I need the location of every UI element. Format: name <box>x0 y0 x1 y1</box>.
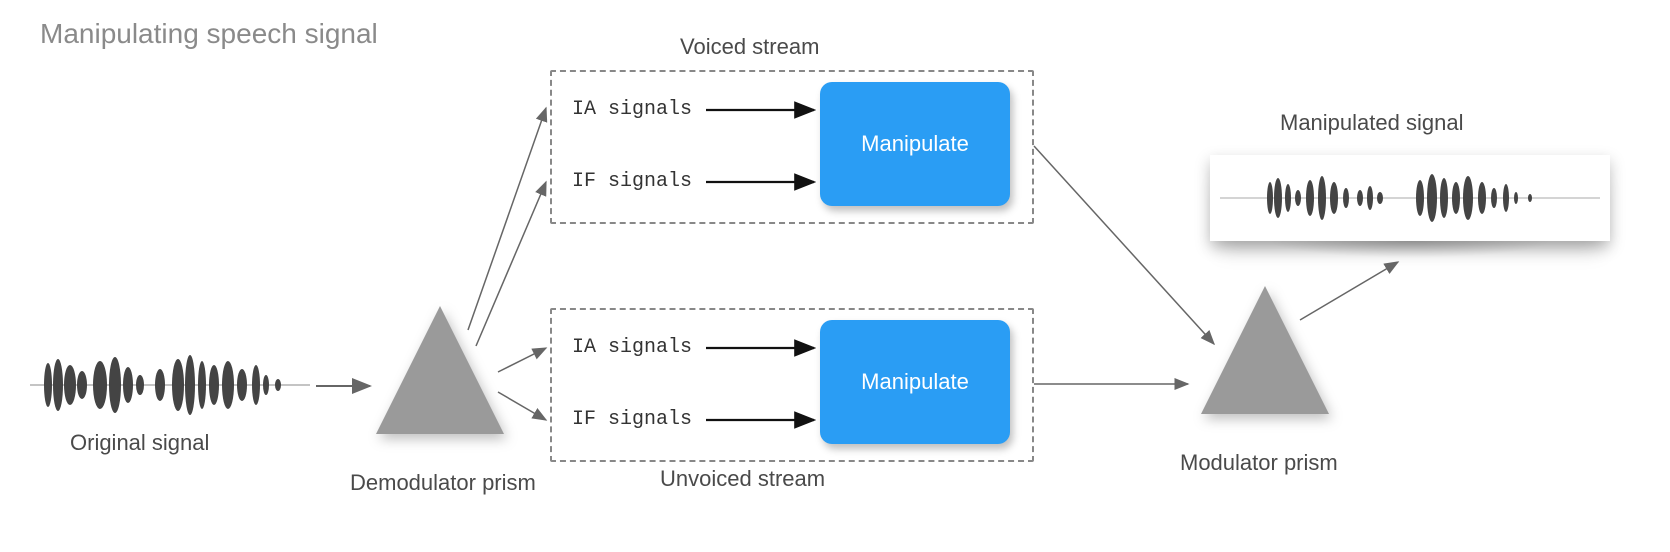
arrows-layer <box>0 0 1670 552</box>
